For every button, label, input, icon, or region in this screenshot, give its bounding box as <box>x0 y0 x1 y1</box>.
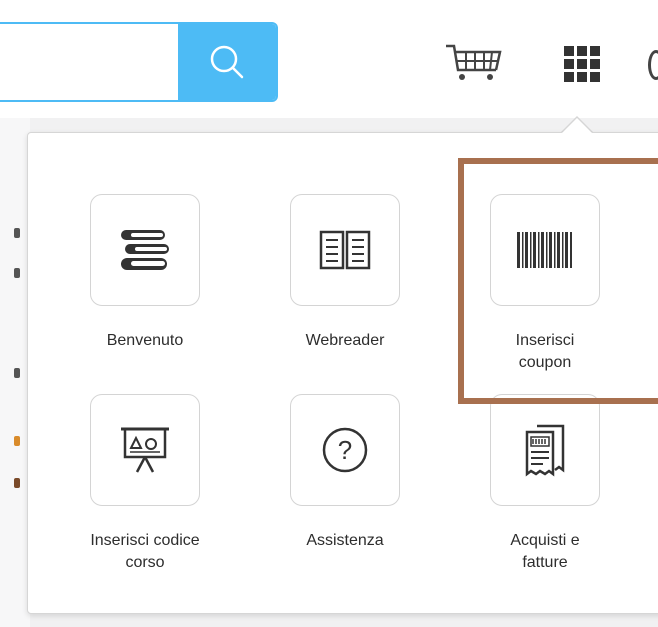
bullet-mark <box>14 478 20 488</box>
help-circle-icon: ? <box>322 427 368 473</box>
menu-tile-benvenuto[interactable] <box>90 194 200 306</box>
menu-tile-acquisti-fatture[interactable] <box>490 394 600 506</box>
menu-caret-fill <box>561 118 593 134</box>
cart-icon[interactable] <box>444 42 506 82</box>
highlight-box <box>458 158 658 404</box>
menu-label-acquisti-fatture: Acquisti e fatture <box>510 532 580 571</box>
svg-text:?: ? <box>338 435 352 465</box>
open-book-icon <box>319 230 371 270</box>
top-header <box>0 0 658 118</box>
menu-tile-webreader[interactable] <box>290 194 400 306</box>
user-icon[interactable] <box>648 50 658 80</box>
search-input[interactable] <box>0 24 180 100</box>
search-bar <box>0 22 278 102</box>
search-button[interactable] <box>178 24 276 100</box>
books-icon <box>121 230 169 270</box>
menu-label-benvenuto: Benvenuto <box>106 332 184 349</box>
menu-tile-inserisci-codice-corso[interactable] <box>90 394 200 506</box>
menu-tile-assistenza[interactable]: ? <box>290 394 400 506</box>
search-icon <box>210 45 244 79</box>
bullet-mark <box>14 436 20 446</box>
menu-label-inserisci-codice-corso: Inserisci codice corso <box>90 532 200 571</box>
background-page-edge <box>0 118 30 627</box>
presentation-board-icon <box>121 427 169 473</box>
apps-grid-icon[interactable] <box>562 44 602 84</box>
bullet-mark <box>14 228 20 238</box>
receipts-icon <box>525 424 565 477</box>
menu-label-assistenza: Assistenza <box>306 532 384 549</box>
bullet-mark <box>14 368 20 378</box>
bullet-mark <box>14 268 20 278</box>
menu-label-webreader: Webreader <box>305 332 385 349</box>
